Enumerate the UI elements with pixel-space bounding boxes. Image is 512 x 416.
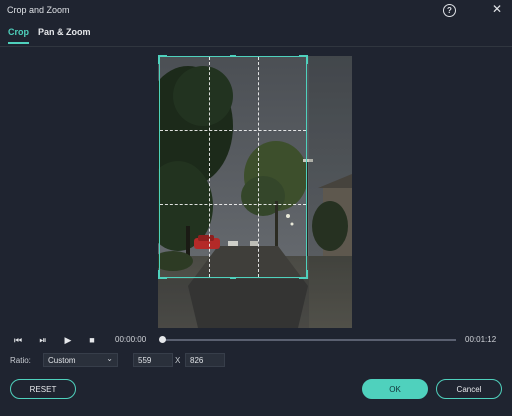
cancel-button[interactable]: Cancel — [436, 379, 502, 399]
crop-handle-bottom-left[interactable] — [158, 270, 167, 279]
ratio-row: Ratio: Custom ⌄ X — [0, 352, 512, 370]
close-icon[interactable]: ✕ — [490, 2, 504, 16]
playback-controls: ⏮ ⏯ ▶ ■ 00:00:00 00:01:12 — [0, 330, 512, 350]
reset-button[interactable]: RESET — [10, 379, 76, 399]
tab-crop[interactable]: Crop — [8, 27, 29, 44]
play-frame-icon[interactable]: ⏯ — [37, 334, 49, 346]
ratio-label: Ratio: — [10, 356, 31, 365]
timeline-scrubber[interactable] — [159, 336, 166, 343]
crop-handle-bottom-right[interactable] — [299, 270, 308, 279]
crop-handle-top[interactable] — [230, 55, 236, 57]
crop-handle-top-left[interactable] — [158, 55, 167, 64]
step-back-icon[interactable]: ⏮ — [12, 334, 24, 346]
grid-line — [258, 57, 259, 277]
crop-selection[interactable] — [158, 55, 308, 279]
grid-line — [160, 130, 306, 131]
timeline-track[interactable] — [162, 339, 456, 341]
total-time: 00:01:12 — [465, 335, 497, 344]
ratio-selected-value: Custom — [48, 356, 76, 365]
outside-crop-bottom — [158, 279, 309, 328]
help-icon[interactable]: ? — [443, 4, 456, 17]
window-title: Crop and Zoom — [7, 5, 70, 15]
play-icon[interactable]: ▶ — [62, 334, 74, 346]
ok-button[interactable]: OK — [362, 379, 428, 399]
tab-bar: Crop Pan & Zoom — [0, 24, 512, 47]
crop-handle-bottom[interactable] — [230, 277, 236, 279]
chevron-down-icon: ⌄ — [106, 354, 113, 363]
outside-crop-right — [309, 56, 352, 328]
crop-width-input[interactable] — [133, 353, 173, 367]
title-bar: Crop and Zoom ? ✕ — [0, 0, 512, 22]
dimension-separator: X — [175, 356, 181, 365]
grid-line — [160, 204, 306, 205]
crop-height-input[interactable] — [185, 353, 225, 367]
grid-line — [209, 57, 210, 277]
current-time: 00:00:00 — [115, 335, 147, 344]
ratio-select[interactable]: Custom ⌄ — [43, 353, 118, 367]
stop-icon[interactable]: ■ — [86, 334, 98, 346]
crop-handle-top-right[interactable] — [299, 55, 308, 64]
tab-pan-zoom[interactable]: Pan & Zoom — [38, 27, 91, 42]
